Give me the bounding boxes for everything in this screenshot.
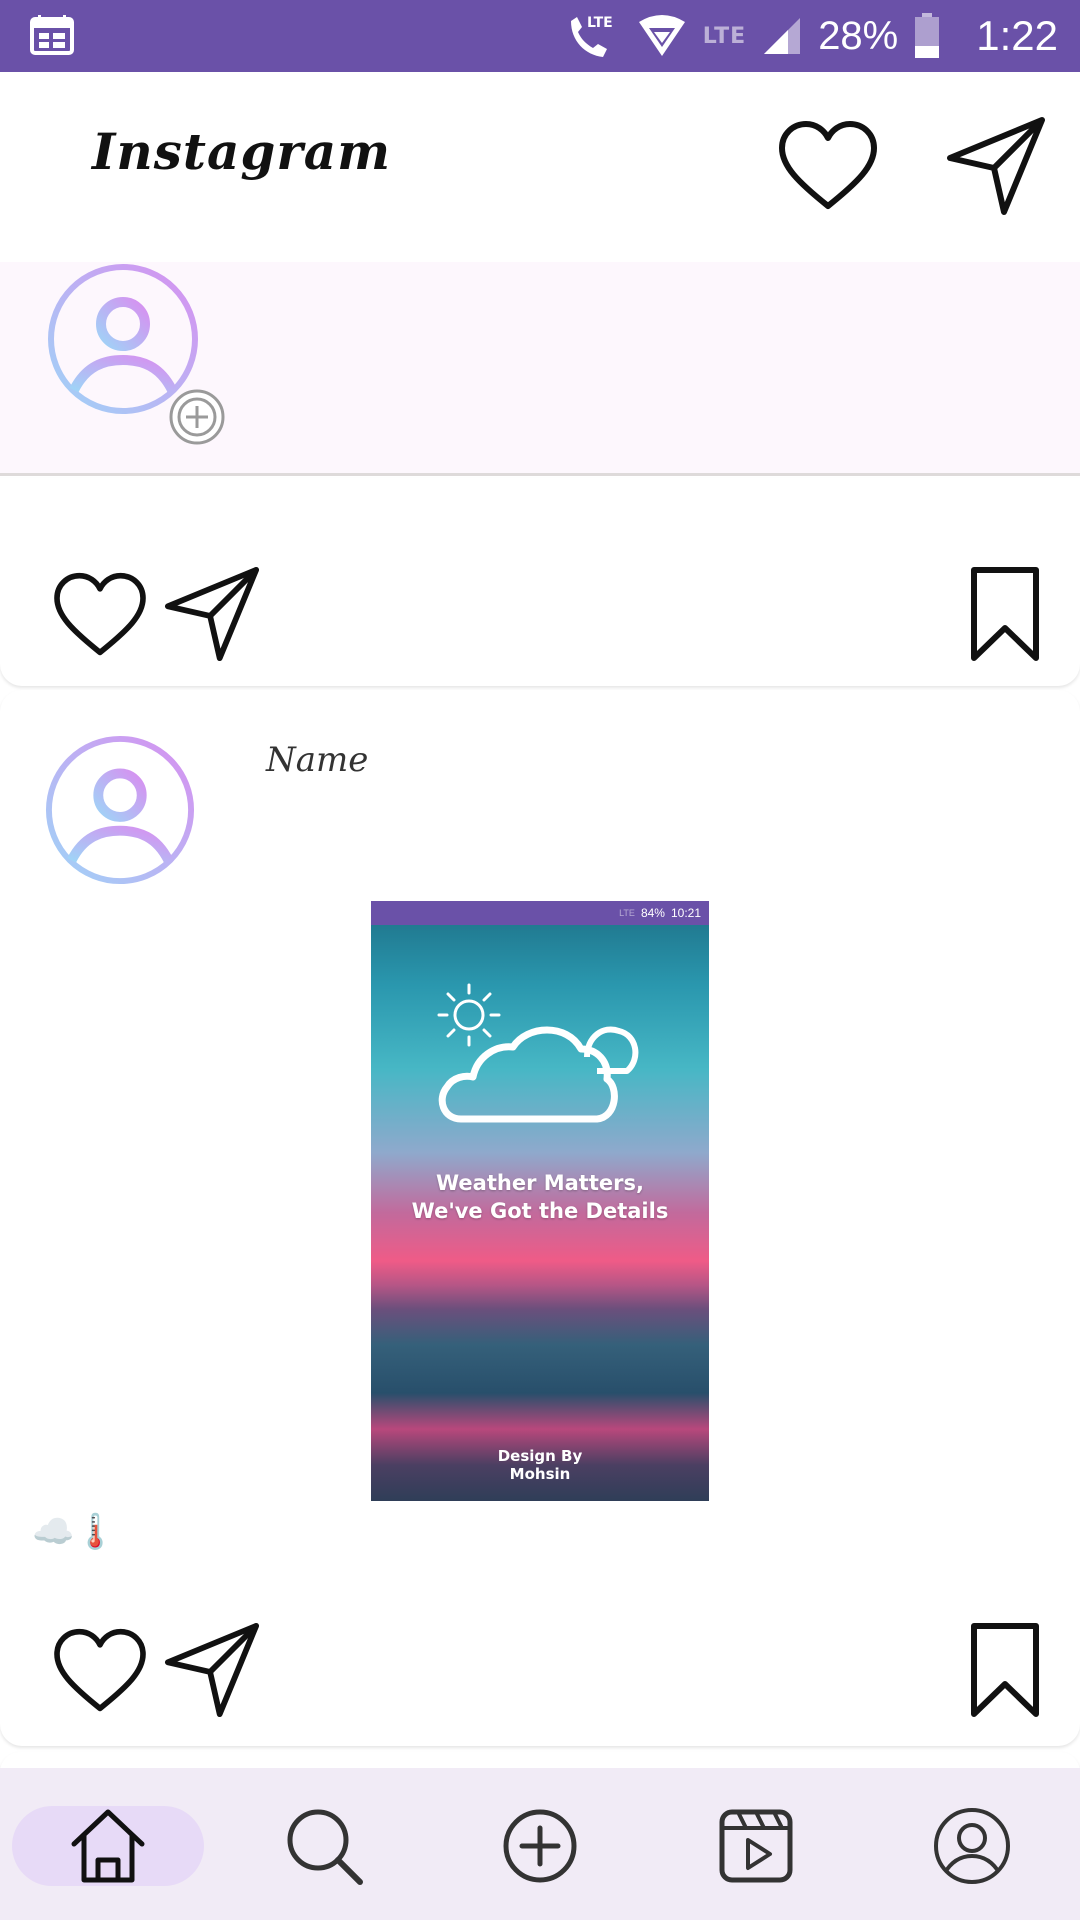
bookmark-icon[interactable] (968, 1622, 1042, 1718)
send-icon[interactable] (164, 1622, 260, 1718)
send-icon[interactable] (946, 116, 1046, 216)
wifi-icon (638, 15, 685, 56)
image-battery: 84% (640, 906, 665, 920)
add-post-icon[interactable] (498, 1804, 582, 1888)
bookmark-icon[interactable] (968, 566, 1042, 662)
image-headline-line1: Weather Matters, (436, 1171, 644, 1195)
image-credit-line2: Mohsin (509, 1465, 571, 1483)
post-image[interactable]: LTE 84% 10:21 Weather Matters, We've Got… (371, 901, 709, 1501)
app-bar: Instagram (0, 72, 1080, 262)
signal-icon (764, 18, 801, 54)
network-label: LTE (702, 23, 747, 49)
status-bar: LTE LTE 28% 1:22 (0, 0, 1080, 72)
add-story-icon[interactable] (168, 388, 226, 446)
svg-text:LTE: LTE (587, 15, 613, 31)
battery-percent: 28% (818, 13, 899, 58)
stories-row (0, 262, 1080, 476)
volte-call-icon: LTE (570, 15, 613, 57)
image-credit: Design By Mohsin (371, 1447, 709, 1483)
reels-icon[interactable] (714, 1804, 798, 1888)
heart-icon[interactable] (52, 1628, 148, 1714)
image-credit-line1: Design By (497, 1447, 583, 1465)
post-card (0, 478, 1080, 686)
heart-icon[interactable] (52, 572, 148, 658)
post-caption: ☁️🌡️ (32, 1512, 117, 1552)
app-title: Instagram (92, 122, 391, 181)
clock: 1:22 (976, 12, 1058, 59)
user-avatar-icon[interactable] (44, 734, 196, 886)
image-headline: Weather Matters, We've Got the Details (371, 1169, 709, 1225)
post-card: Name LTE 84% 10:21 Weather Matters, We'v… (0, 690, 1080, 1746)
send-icon[interactable] (164, 566, 260, 662)
battery-icon (915, 13, 940, 58)
image-headline-line2: We've Got the Details (411, 1199, 669, 1223)
heart-icon[interactable] (778, 120, 878, 212)
profile-icon[interactable] (930, 1804, 1014, 1888)
image-status-bar: LTE 84% 10:21 (371, 901, 709, 925)
weather-cloud-sun-icon (437, 983, 639, 1123)
post-username[interactable]: Name (266, 740, 368, 780)
calendar-icon (30, 15, 74, 55)
image-network-label: LTE (619, 908, 635, 918)
image-clock: 10:21 (670, 906, 701, 920)
bottom-navigation (0, 1768, 1080, 1920)
home-icon[interactable] (66, 1804, 150, 1888)
search-icon[interactable] (282, 1804, 366, 1888)
